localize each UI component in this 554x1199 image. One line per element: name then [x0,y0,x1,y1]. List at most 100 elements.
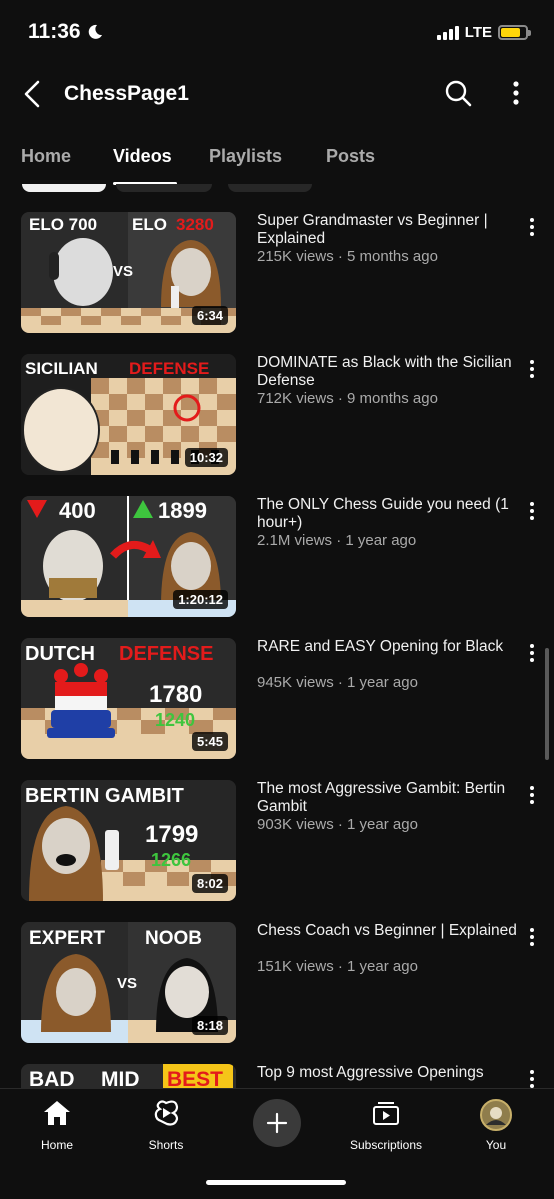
svg-text:ELO: ELO [132,215,167,234]
svg-text:3280: 3280 [176,215,214,234]
video-meta: 903K views · 1 year ago [257,816,418,833]
nav-subscriptions[interactable]: Subscriptions [336,1099,436,1152]
video-more-button[interactable] [528,784,536,806]
video-thumbnail[interactable]: 400 1899 1:20:12 [21,496,236,617]
svg-text:DUTCH: DUTCH [25,643,95,665]
svg-text:400: 400 [59,498,96,523]
status-indicators: LTE [436,24,531,41]
svg-text:BEST: BEST [167,1068,223,1088]
svg-text:EXPERT: EXPERT [29,928,105,949]
video-meta: 945K views · 1 year ago [257,674,418,691]
search-button[interactable] [443,78,473,108]
filter-chip-latest[interactable] [22,184,106,192]
nav-you[interactable]: You [446,1099,546,1152]
nav-shorts-label: Shorts [148,1138,184,1152]
signal-icon [436,25,459,40]
search-icon [445,80,472,107]
svg-text:1240: 1240 [155,710,195,730]
home-icon [44,1101,70,1125]
more-vertical-icon [530,1070,534,1088]
video-item[interactable]: DUTCH DEFENSE 1780 1240 5:45 RARE and EA… [0,638,554,768]
channel-tabs: Home Videos Playlists Posts [0,130,554,186]
video-more-button[interactable] [528,500,536,522]
subscriptions-icon [373,1102,399,1125]
video-item[interactable]: BAD MID BEST Top 9 most Aggressive Openi… [0,1064,554,1088]
svg-text:BERTIN GAMBIT: BERTIN GAMBIT [25,785,184,807]
nav-shorts[interactable]: Shorts [116,1099,216,1152]
svg-text:VS: VS [117,975,137,992]
svg-text:DEFENSE: DEFENSE [129,359,209,378]
chevron-left-icon [24,80,40,108]
video-thumbnail[interactable]: ELO 700 ELO 3280 VS 6:34 [21,212,236,333]
battery-icon [498,25,531,40]
video-title[interactable]: Super Grandmaster vs Beginner | Explaine… [257,212,519,248]
video-more-button[interactable] [528,1068,536,1088]
video-more-button[interactable] [528,216,536,238]
svg-text:1899: 1899 [158,498,207,523]
video-item[interactable]: SICILIAN DEFENSE 10:32 DOMINATE as Black… [0,354,554,484]
svg-text:NOOB: NOOB [145,928,202,949]
video-title[interactable]: Top 9 most Aggressive Openings [257,1064,519,1082]
status-bar: 11:36 LTE [0,0,554,64]
video-more-button[interactable] [528,358,536,380]
avatar [480,1099,512,1131]
nav-home[interactable]: Home [7,1099,107,1152]
tab-playlists[interactable]: Playlists [209,146,282,167]
shorts-icon [154,1100,179,1126]
tab-posts[interactable]: Posts [326,146,375,167]
filter-chip-popular[interactable] [116,184,212,192]
status-time: 11:36 [28,20,103,44]
svg-text:1799: 1799 [145,821,198,848]
channel-title: ChessPage1 [64,82,189,105]
video-meta: 2.1M views · 1 year ago [257,532,417,549]
svg-text:SICILIAN: SICILIAN [25,359,98,378]
svg-text:1266: 1266 [151,850,191,870]
video-item[interactable]: BERTIN GAMBIT 1799 1266 8:02 The most Ag… [0,780,554,910]
video-more-button[interactable] [528,926,536,948]
scrollbar[interactable] [545,648,549,760]
tab-videos[interactable]: Videos [113,146,172,167]
video-more-button[interactable] [528,642,536,664]
video-title[interactable]: Chess Coach vs Beginner | Explained [257,922,519,940]
svg-text:BAD: BAD [29,1068,75,1088]
video-duration: 5:45 [191,732,228,751]
tab-home[interactable]: Home [21,146,71,167]
back-button[interactable] [18,78,48,110]
video-duration: 1:20:12 [173,590,228,609]
video-meta: 215K views · 5 months ago [257,248,438,265]
svg-text:DEFENSE: DEFENSE [119,643,213,665]
more-vertical-icon [513,81,519,105]
video-duration: 8:02 [191,874,228,893]
video-item[interactable]: 400 1899 1:20:12 The ONLY Chess Guide yo… [0,496,554,626]
more-options-button[interactable] [506,78,526,108]
svg-text:MID: MID [101,1068,140,1088]
video-thumbnail[interactable]: BERTIN GAMBIT 1799 1266 8:02 [21,780,236,901]
video-thumbnail[interactable]: EXPERT NOOB VS 8:18 [21,922,236,1043]
video-meta: 712K views · 9 months ago [257,390,438,407]
more-vertical-icon [530,218,534,236]
more-vertical-icon [530,360,534,378]
more-vertical-icon [530,928,534,946]
svg-text:VS: VS [113,263,133,280]
video-thumbnail[interactable]: SICILIAN DEFENSE 10:32 [21,354,236,475]
video-title[interactable]: The most Aggressive Gambit: Bertin Gambi… [257,780,519,816]
video-duration: 8:18 [191,1016,228,1035]
network-label: LTE [464,24,492,41]
video-title[interactable]: RARE and EASY Opening for Black [257,638,519,656]
video-thumbnail[interactable]: DUTCH DEFENSE 1780 1240 5:45 [21,638,236,759]
create-button[interactable] [253,1099,301,1147]
filter-chip-oldest[interactable] [228,184,312,192]
svg-text:1780: 1780 [149,681,202,708]
video-item[interactable]: ELO 700 ELO 3280 VS 6:34 Super Grandmast… [0,212,554,342]
video-thumbnail[interactable]: BAD MID BEST [21,1064,236,1088]
thumbnail-overlay-text: BAD MID BEST [29,1068,223,1088]
video-meta: 151K views · 1 year ago [257,958,418,975]
channel-header: ChessPage1 [0,64,554,124]
video-title[interactable]: DOMINATE as Black with the Sicilian Defe… [257,354,519,390]
moon-icon [88,24,102,39]
video-duration: 10:32 [184,448,228,467]
video-title[interactable]: The ONLY Chess Guide you need (1 hour+) [257,496,519,532]
more-vertical-icon [530,502,534,520]
video-item[interactable]: EXPERT NOOB VS 8:18 Chess Coach vs Begin… [0,922,554,1052]
more-vertical-icon [530,644,534,662]
